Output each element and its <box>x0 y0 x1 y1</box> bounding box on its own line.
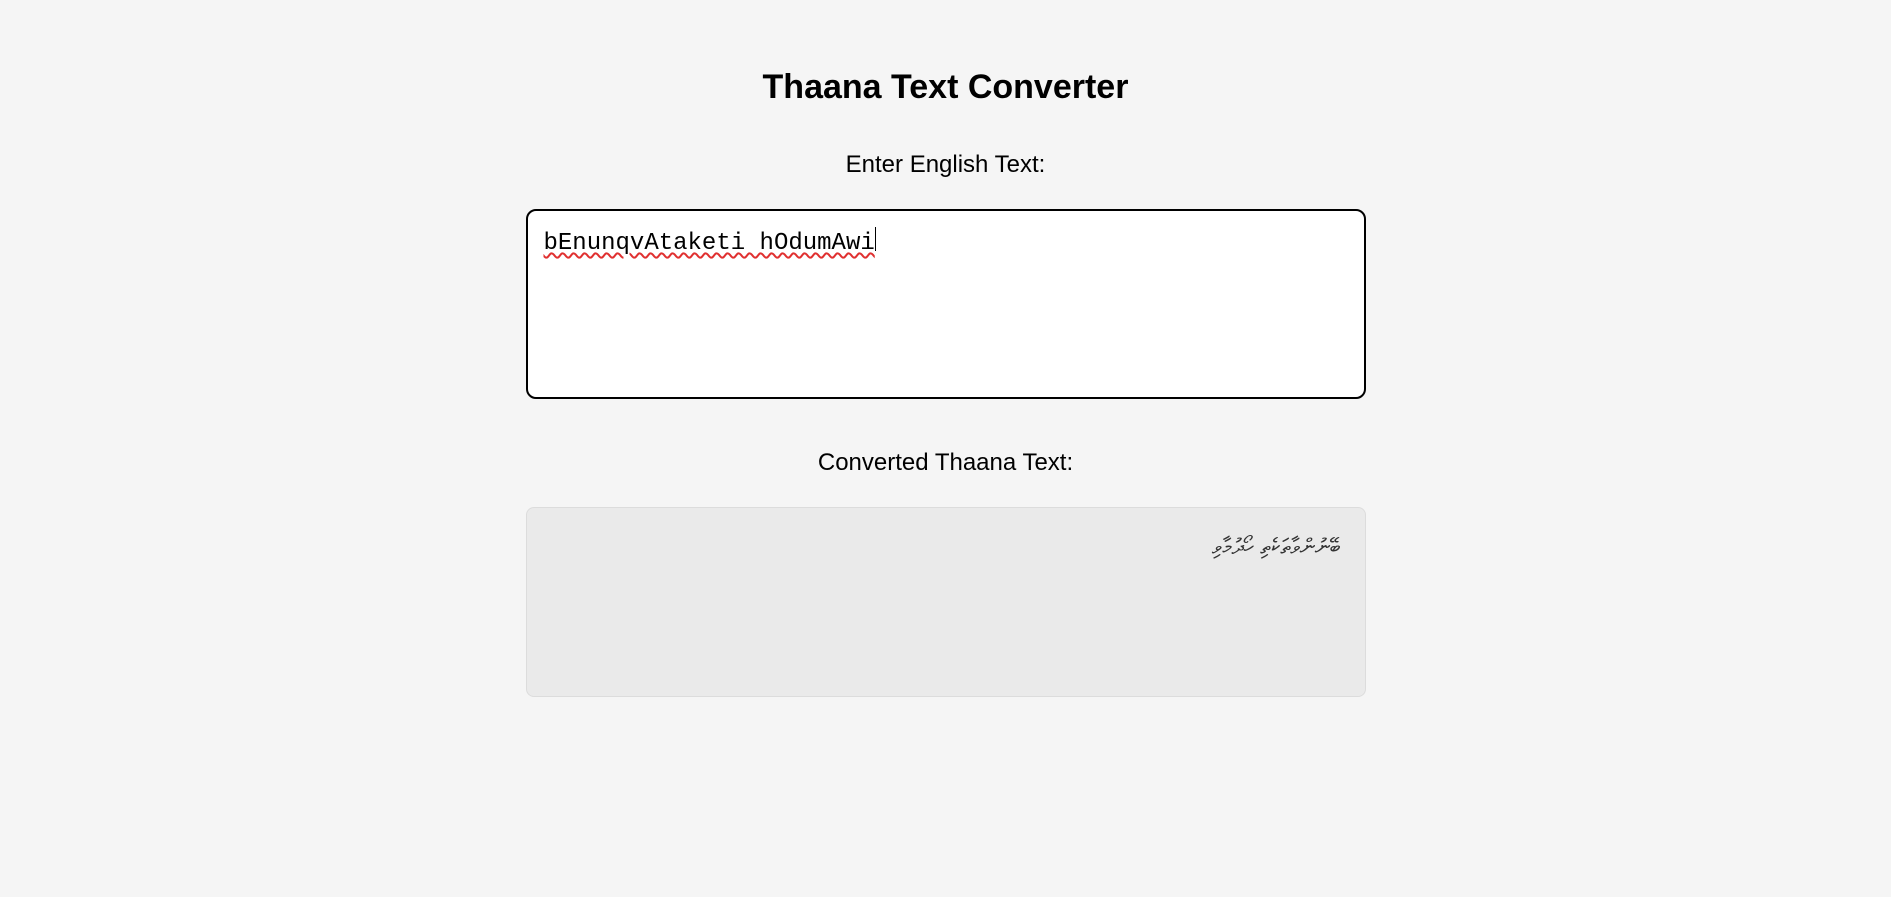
converter-container: Thaana Text Converter Enter English Text… <box>526 0 1366 697</box>
output-label: Converted Thaana Text: <box>526 449 1366 477</box>
input-text-value: bEnunqvAtaketi hOdumAwi <box>544 230 875 257</box>
english-input[interactable]: bEnunqvAtaketi hOdumAwi <box>526 209 1366 399</box>
thaana-output: ބޭނުންވާތަކެތި ހޯދުމާވި <box>526 507 1366 697</box>
page-title: Thaana Text Converter <box>526 68 1366 107</box>
text-caret <box>875 227 876 251</box>
input-label: Enter English Text: <box>526 151 1366 179</box>
